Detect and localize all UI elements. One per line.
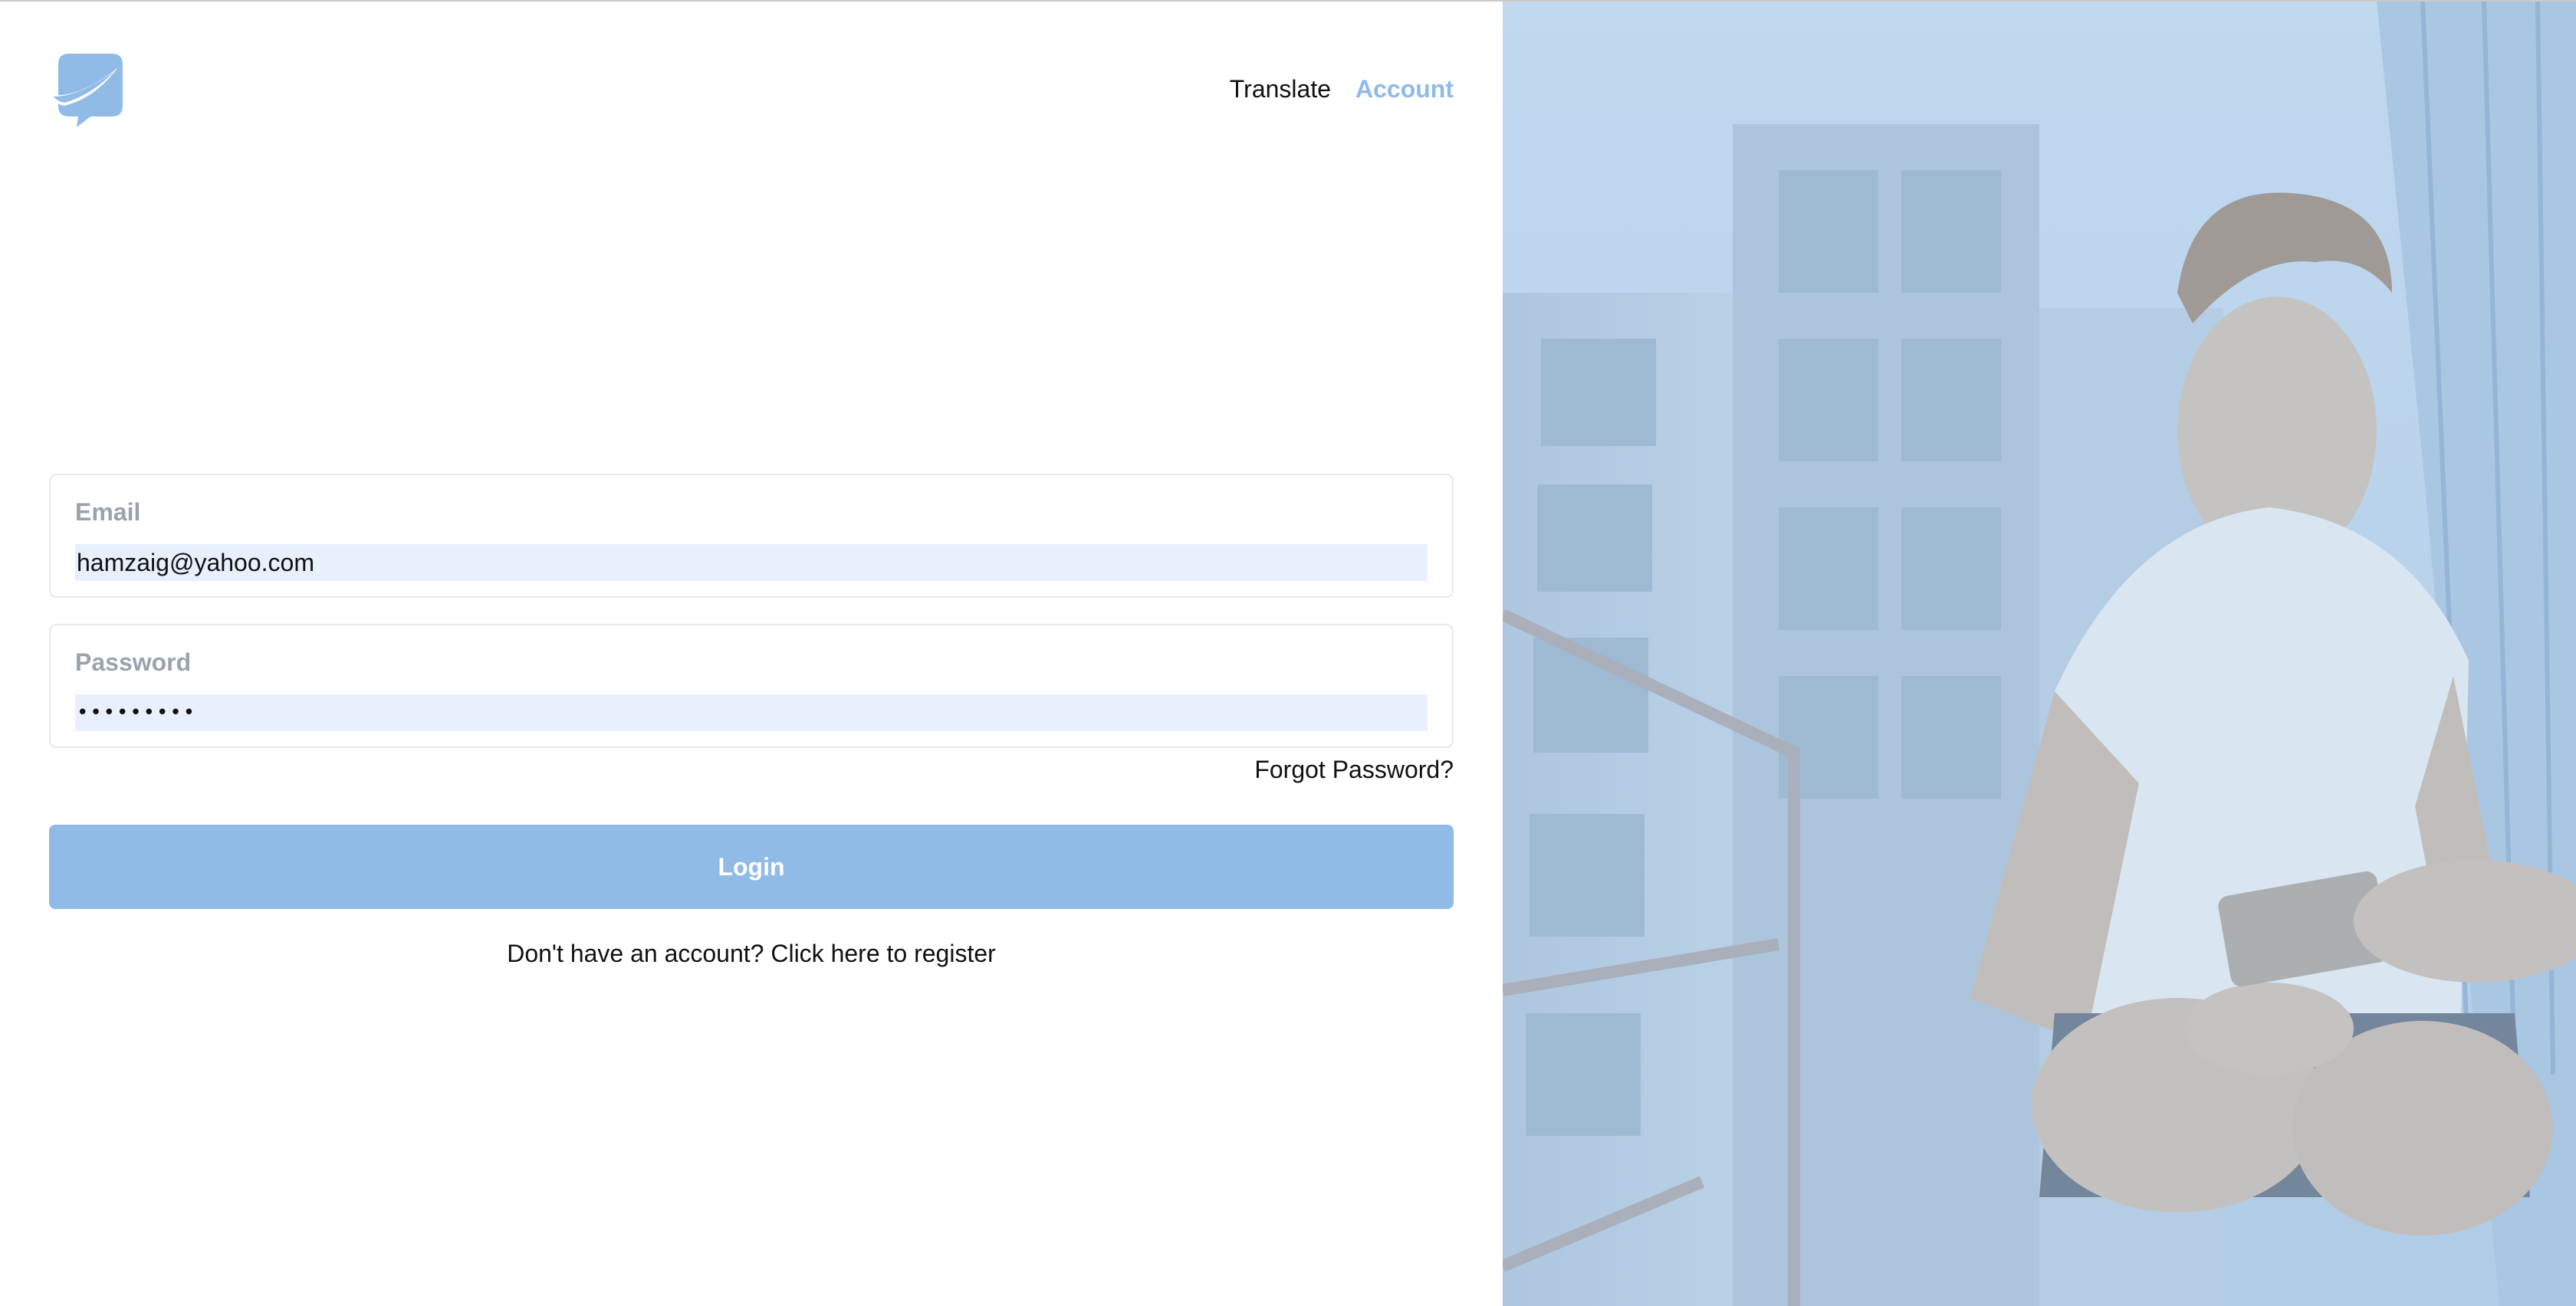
register-link[interactable]: Don't have an account? Click here to reg… (507, 940, 996, 967)
password-label: Password (75, 648, 192, 676)
password-field: Password (49, 624, 1454, 748)
email-label: Email (75, 498, 141, 526)
password-input[interactable] (75, 694, 1428, 731)
hero-photo-illustration (1503, 2, 2576, 1306)
register-row: Don't have an account? Click here to reg… (49, 938, 1454, 969)
forgot-password-link[interactable]: Forgot Password? (1254, 756, 1454, 783)
login-button[interactable]: Login (49, 825, 1454, 909)
hero-photo (1503, 2, 2576, 1306)
nav-account-link[interactable]: Account (1355, 74, 1454, 104)
login-page: Translate Account Email Password Forgot … (0, 0, 2576, 1306)
forgot-password-row: Forgot Password? (49, 754, 1454, 785)
nav-translate-link[interactable]: Translate (1230, 74, 1331, 104)
login-panel: Translate Account Email Password Forgot … (0, 2, 1503, 1306)
top-nav: Translate Account (1230, 74, 1454, 104)
email-input[interactable] (75, 544, 1428, 581)
email-field: Email (49, 474, 1454, 598)
chat-bubble-logo-icon[interactable] (49, 51, 126, 127)
